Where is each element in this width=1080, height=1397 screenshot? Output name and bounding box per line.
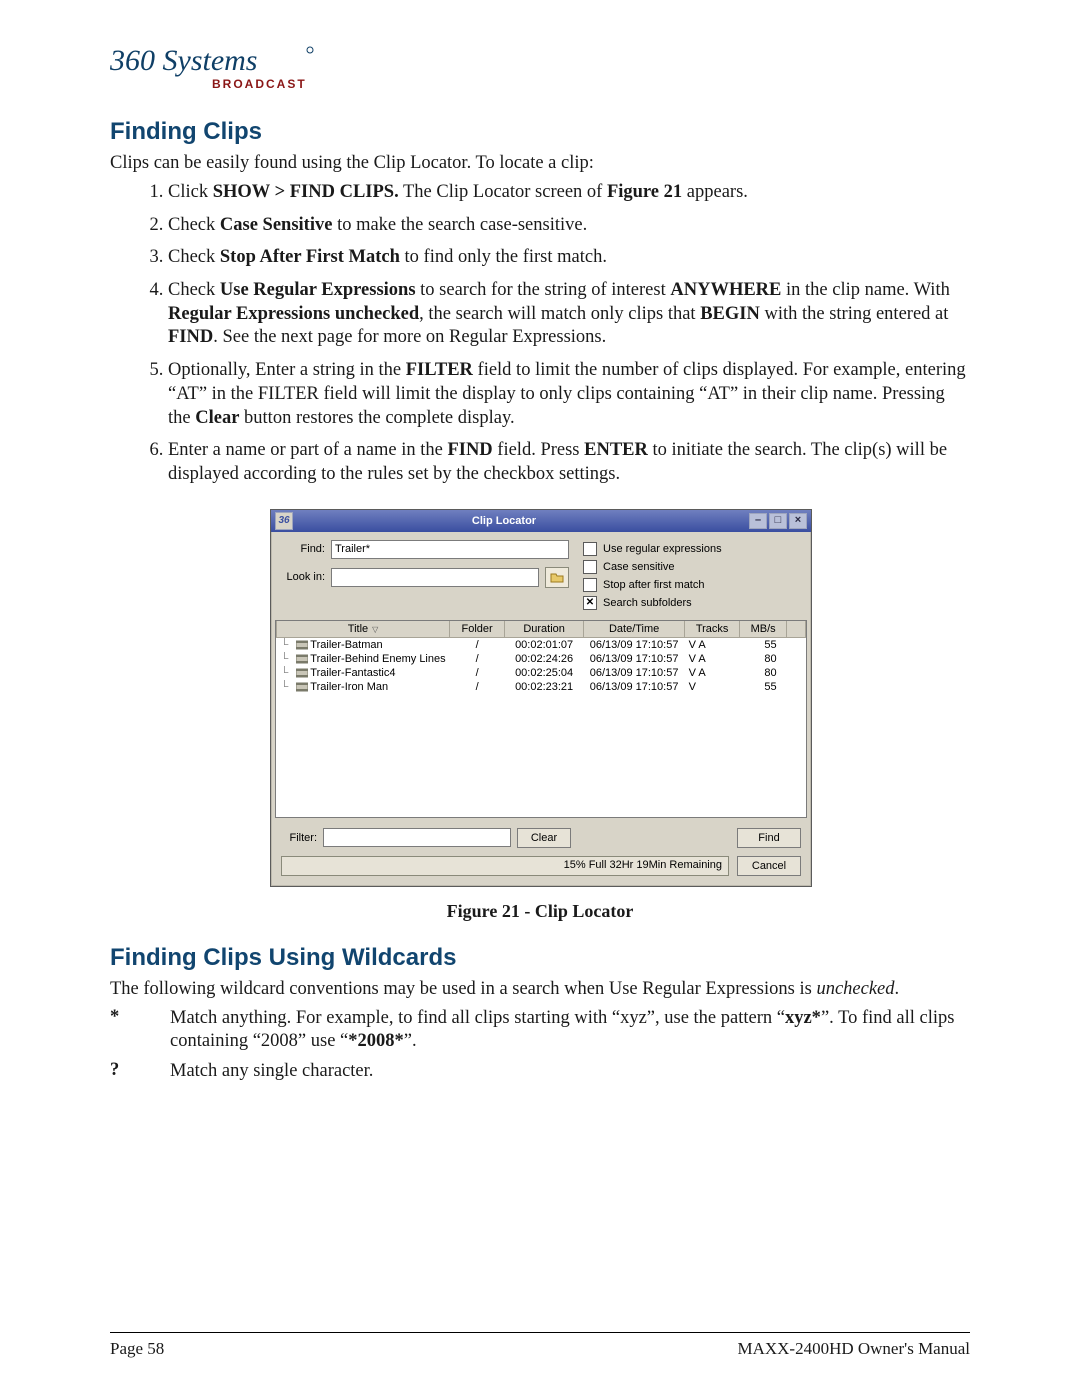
stop-checkbox[interactable]	[583, 578, 597, 592]
stop-checkbox-label: Stop after first match	[603, 579, 704, 591]
browse-folder-button[interactable]	[545, 567, 569, 588]
wildcard-star-symbol: *	[110, 1007, 130, 1054]
clip-icon	[296, 668, 308, 678]
filter-input[interactable]	[323, 828, 511, 847]
step-2: Check Case Sensitive to make the search …	[168, 214, 970, 238]
find-button[interactable]: Find	[737, 828, 801, 848]
col-title[interactable]: Title▽	[277, 621, 450, 638]
table-row[interactable]: └Trailer-Behind Enemy Lines/00:02:24:260…	[277, 652, 806, 666]
wildcard-question-symbol: ?	[110, 1060, 130, 1084]
regex-checkbox-label: Use regular expressions	[603, 543, 722, 555]
step-4: Check Use Regular Expressions to search …	[168, 279, 970, 350]
regex-checkbox[interactable]	[583, 542, 597, 556]
filter-label: Filter:	[281, 832, 317, 844]
close-button[interactable]: ×	[789, 513, 807, 529]
clip-icon	[296, 682, 308, 692]
wildcard-question: ? Match any single character.	[110, 1060, 970, 1084]
heading-wildcards: Finding Clips Using Wildcards	[110, 944, 970, 972]
steps-list: Click SHOW > FIND CLIPS. The Clip Locato…	[110, 181, 970, 486]
figure-caption: Figure 21 - Clip Locator	[110, 901, 970, 922]
brand-logo: 360 Systems BROADCAST	[110, 40, 970, 98]
wildcard-star: * Match anything. For example, to find a…	[110, 1007, 970, 1054]
col-spacer	[787, 621, 806, 638]
subfolders-checkbox[interactable]	[583, 596, 597, 610]
svg-text:360 Systems: 360 Systems	[110, 44, 257, 77]
col-datetime[interactable]: Date/Time	[584, 621, 685, 638]
results-table[interactable]: Title▽ Folder Duration Date/Time Tracks …	[275, 620, 807, 818]
col-tracks[interactable]: Tracks	[685, 621, 740, 638]
clip-icon	[296, 654, 308, 664]
table-row[interactable]: └Trailer-Fantastic4/00:02:25:0406/13/09 …	[277, 666, 806, 680]
clip-locator-figure: 36 Clip Locator – □ × Find: Look in:	[270, 509, 810, 887]
subfolders-checkbox-label: Search subfolders	[603, 597, 692, 609]
wildcards-intro: The following wildcard conventions may b…	[110, 978, 970, 1001]
maximize-button[interactable]: □	[769, 513, 787, 529]
find-label: Find:	[281, 543, 325, 555]
clip-locator-window: 36 Clip Locator – □ × Find: Look in:	[270, 509, 812, 887]
step-3: Check Stop After First Match to find onl…	[168, 246, 970, 270]
clip-icon	[296, 640, 308, 650]
page-footer: Page 58 MAXX-2400HD Owner's Manual	[110, 1332, 970, 1359]
svg-text:BROADCAST: BROADCAST	[212, 77, 307, 91]
intro-paragraph: Clips can be easily found using the Clip…	[110, 152, 970, 175]
lookin-label: Look in:	[281, 571, 325, 583]
table-row[interactable]: └Trailer-Iron Man/00:02:23:2106/13/09 17…	[277, 680, 806, 694]
footer-page: Page 58	[110, 1339, 164, 1359]
footer-manual: MAXX-2400HD Owner's Manual	[737, 1339, 970, 1359]
cancel-button[interactable]: Cancel	[737, 856, 801, 876]
heading-finding-clips: Finding Clips	[110, 118, 970, 146]
col-folder[interactable]: Folder	[450, 621, 505, 638]
lookin-input[interactable]	[331, 568, 539, 587]
step-6: Enter a name or part of a name in the FI…	[168, 439, 970, 486]
step-1: Click SHOW > FIND CLIPS. The Clip Locato…	[168, 181, 970, 205]
table-row[interactable]: └Trailer-Batman/00:02:01:0706/13/09 17:1…	[277, 637, 806, 652]
case-checkbox-label: Case sensitive	[603, 561, 675, 573]
find-input[interactable]	[331, 540, 569, 559]
status-bar: 15% Full 32Hr 19Min Remaining	[281, 856, 729, 876]
status-text: 15% Full 32Hr 19Min Remaining	[564, 859, 722, 871]
titlebar[interactable]: 36 Clip Locator – □ ×	[271, 510, 811, 532]
sort-indicator-icon: ▽	[372, 625, 378, 634]
col-mbs[interactable]: MB/s	[740, 621, 787, 638]
window-title: Clip Locator	[259, 515, 749, 527]
col-duration[interactable]: Duration	[505, 621, 584, 638]
case-checkbox[interactable]	[583, 560, 597, 574]
minimize-button[interactable]: –	[749, 513, 767, 529]
folder-icon	[550, 571, 564, 583]
clear-button[interactable]: Clear	[517, 828, 571, 848]
step-5: Optionally, Enter a string in the FILTER…	[168, 359, 970, 430]
